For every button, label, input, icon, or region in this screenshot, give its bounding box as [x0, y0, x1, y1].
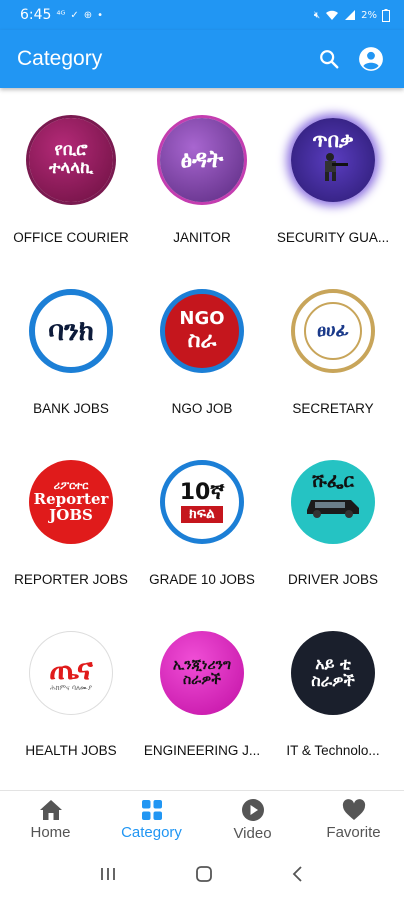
ngo-icon: NGO ስራ [160, 289, 244, 373]
recents-icon[interactable] [99, 866, 117, 882]
category-label: IT & Technolo... [286, 743, 380, 758]
category-label: REPORTER JOBS [14, 572, 128, 587]
category-ngo-job[interactable]: NGO ስራ NGO JOB [135, 259, 269, 429]
category-janitor[interactable]: ፅዳት JANITOR [135, 88, 269, 258]
grade-10-icon: 10ኛ ክፍል [160, 460, 244, 544]
engineering-icon: ኢንጂነሪንግ ስራዎች [160, 631, 244, 715]
status-bar: 6:45 ⁴ᴳ ✓ ⊕ • 🔇︎ 2% [0, 0, 404, 30]
system-navigation-bar [0, 848, 404, 900]
home-icon [39, 799, 62, 820]
category-label: HEALTH JOBS [25, 743, 117, 758]
health-icon: ጤና ሕክምና ባለሙያ [29, 631, 113, 715]
check-icon: ✓ [70, 9, 79, 21]
car-icon [307, 499, 359, 518]
app-bar: Category [0, 30, 404, 88]
category-label: OFFICE COURIER [13, 230, 129, 245]
battery-percent: 2% [361, 9, 377, 21]
it-technology-icon: አይ ቲ ስራዎች [291, 631, 375, 715]
battery-icon [382, 8, 390, 22]
category-security-guard[interactable]: ጥበቃ SECURITY GUA... [266, 88, 400, 258]
security-guard-icon: ጥበቃ [291, 118, 375, 202]
category-engineering-jobs[interactable]: ኢንጂነሪንግ ስራዎች ENGINEERING J... [135, 601, 269, 771]
janitor-icon: ፅዳት [160, 118, 244, 202]
signal-icon [345, 10, 356, 20]
driver-icon: ሹፌር [291, 460, 375, 544]
play-icon [241, 798, 264, 821]
lte-icon: ⁴ᴳ [56, 9, 66, 21]
category-reporter-jobs[interactable]: ሪፖርተር Reporter JOBS REPORTER JOBS [4, 430, 138, 600]
dot-icon: • [97, 9, 104, 21]
nav-label: Category [121, 823, 182, 841]
nav-home[interactable]: Home [0, 791, 101, 848]
category-label: DRIVER JOBS [287, 572, 379, 587]
category-label: GRADE 10 JOBS [149, 572, 255, 587]
account-icon [359, 47, 383, 71]
category-grade-10-jobs[interactable]: 10ኛ ክፍል GRADE 10 JOBS [135, 430, 269, 600]
soldier-icon [325, 153, 348, 181]
search-icon [320, 50, 339, 69]
wifi-icon [326, 10, 339, 20]
category-label: ENGINEERING J... [143, 743, 261, 758]
plus-icon: ⊕ [83, 9, 93, 21]
category-icon [141, 799, 162, 820]
category-bank-jobs[interactable]: ባንክ BANK JOBS [4, 259, 138, 429]
mute-icon: 🔇︎ [313, 9, 321, 21]
nav-label: Video [233, 824, 272, 842]
nav-label: Favorite [326, 823, 381, 841]
back-icon[interactable] [291, 865, 305, 883]
category-it-technology[interactable]: አይ ቲ ስራዎች IT & Technolo... [266, 601, 400, 771]
status-time: 6:45 [20, 7, 52, 23]
category-label: BANK JOBS [33, 401, 109, 416]
home-system-icon[interactable] [195, 865, 213, 883]
secretary-inner-ring: ፀሀፊ [304, 302, 362, 360]
category-secretary[interactable]: ፀሀፊ SECRETARY [266, 259, 400, 429]
nav-video[interactable]: Video [202, 791, 303, 848]
reporter-icon: ሪፖርተር Reporter JOBS [29, 460, 113, 544]
bottom-navigation: Home Category Video Favorite [0, 790, 404, 848]
category-driver-jobs[interactable]: ሹፌር DRIVER JOBS [266, 430, 400, 600]
category-office-courier[interactable]: የቢሮ ተላላኪ OFFICE COURIER [4, 88, 138, 258]
account-button[interactable] [354, 42, 388, 76]
secretary-icon: ፀሀፊ [291, 289, 375, 373]
category-label: JANITOR [173, 230, 231, 245]
category-health-jobs[interactable]: ጤና ሕክምና ባለሙያ HEALTH JOBS [4, 601, 138, 771]
page-title: Category [17, 47, 103, 70]
category-label: NGO JOB [171, 401, 233, 416]
category-grid: የቢሮ ተላላኪ OFFICE COURIER ፅዳት JANITOR ጥበቃ … [0, 88, 404, 788]
category-label: SECURITY GUA... [276, 230, 390, 245]
nav-favorite[interactable]: Favorite [303, 791, 404, 848]
nav-category[interactable]: Category [101, 791, 202, 848]
nav-label: Home [30, 823, 71, 841]
heart-icon [342, 798, 365, 820]
search-button[interactable] [312, 42, 346, 76]
office-courier-icon: የቢሮ ተላላኪ [29, 118, 113, 202]
bank-icon: ባንክ [29, 289, 113, 373]
category-label: SECRETARY [292, 401, 374, 416]
